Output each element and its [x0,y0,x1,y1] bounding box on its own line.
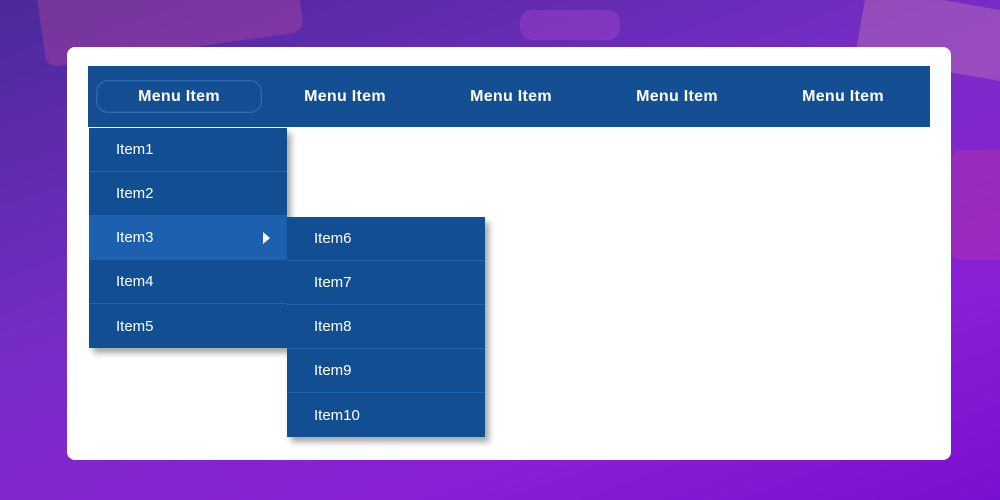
dropdown-item-4[interactable]: Item4 [89,260,287,304]
submenu-item-label: Item6 [314,230,352,247]
background-decoration [950,150,1000,260]
submenu-item-label: Item9 [314,362,352,379]
dropdown-item-3[interactable]: Item3 [89,216,287,260]
dropdown-item-label: Item5 [116,317,154,335]
dropdown-item-2[interactable]: Item2 [89,172,287,216]
submenu-item-1[interactable]: Item6 [287,217,485,261]
menu-item-1[interactable]: Menu Item [96,80,262,113]
menu-item-3[interactable]: Menu Item [428,80,594,113]
menu-item-5[interactable]: Menu Item [760,80,926,113]
menu-bar: Menu Item Menu Item Menu Item Menu Item … [88,66,930,127]
dropdown-item-5[interactable]: Item5 [89,304,287,348]
dropdown-item-label: Item3 [116,229,154,246]
submenu-item-label: Item10 [314,406,360,424]
dropdown-item-1[interactable]: Item1 [89,128,287,172]
submenu-item-2[interactable]: Item7 [287,261,485,305]
submenu-item-label: Item7 [314,274,352,291]
submenu-item-4[interactable]: Item9 [287,349,485,393]
menu-item-4[interactable]: Menu Item [594,80,760,113]
background-decoration [520,10,620,40]
submenu: Item6 Item7 Item8 Item9 Item10 [287,217,485,437]
dropdown-menu: Item1 Item2 Item3 Item4 Item5 [89,128,287,348]
submenu-item-label: Item8 [314,318,352,335]
dropdown-item-label: Item2 [116,185,154,202]
menu-item-2[interactable]: Menu Item [262,80,428,113]
submenu-item-5[interactable]: Item10 [287,393,485,437]
submenu-item-3[interactable]: Item8 [287,305,485,349]
dropdown-item-label: Item1 [116,141,154,158]
dropdown-item-label: Item4 [116,273,154,290]
submenu-arrow-icon [263,231,270,244]
